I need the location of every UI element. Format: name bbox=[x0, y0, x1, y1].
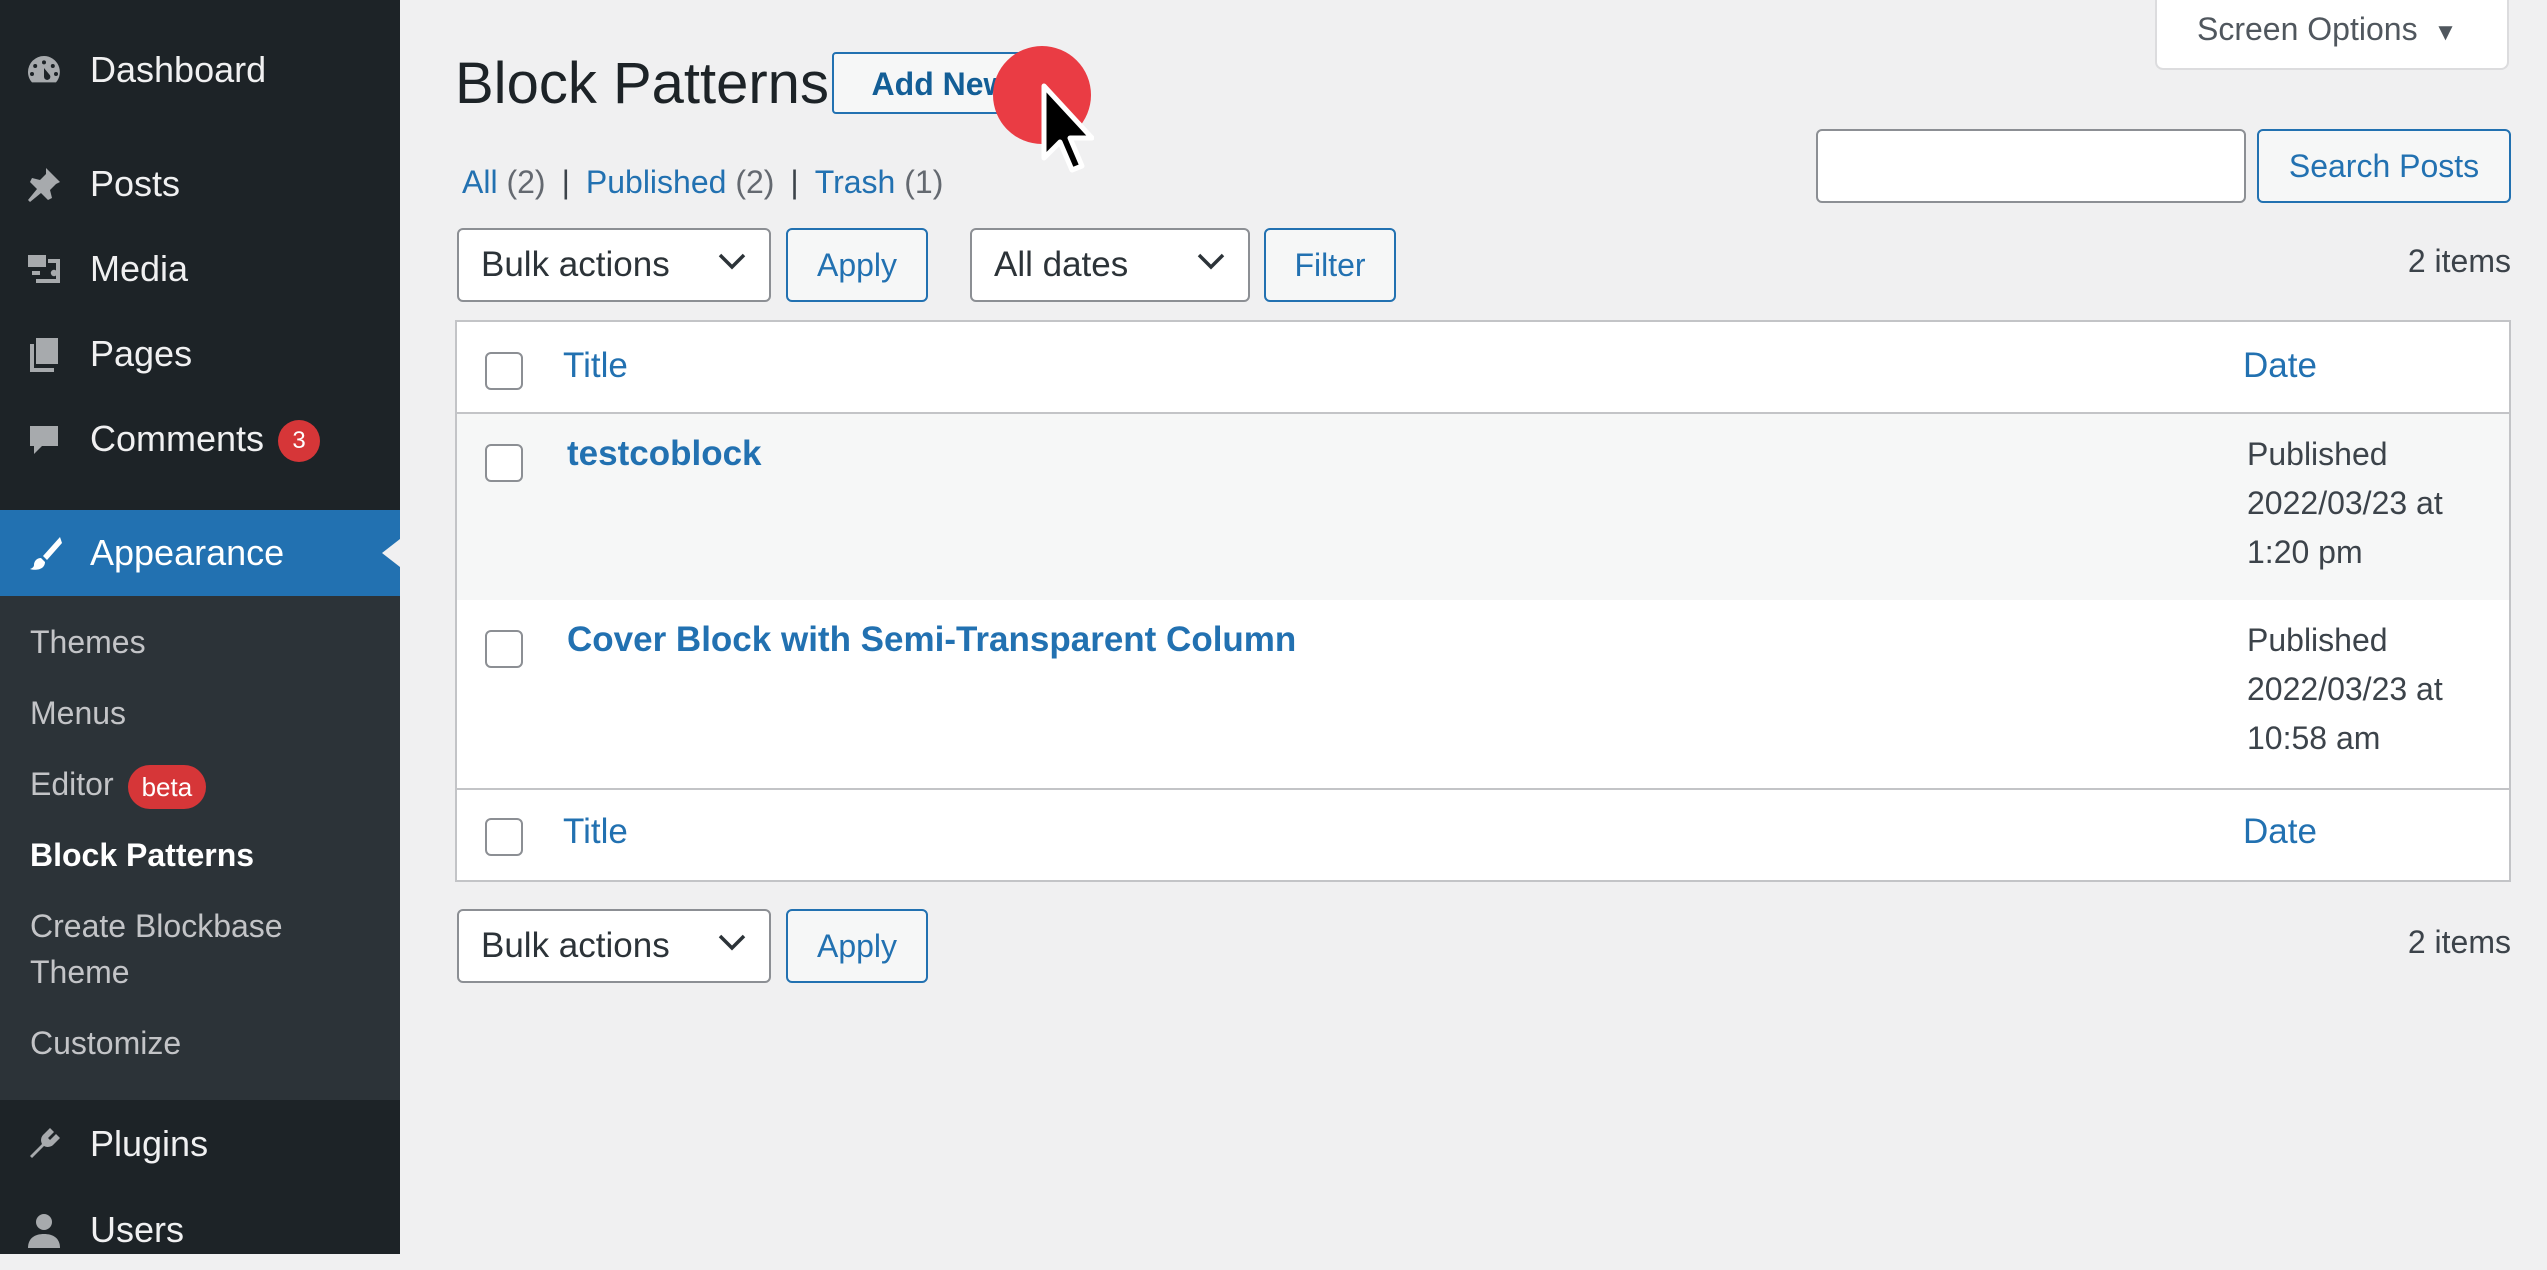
search-input[interactable] bbox=[1816, 129, 2246, 203]
row-title-link[interactable]: testcoblock bbox=[567, 434, 762, 474]
bulk-actions-select-bottom[interactable]: Bulk actions bbox=[457, 909, 771, 983]
paintbrush-icon bbox=[24, 533, 64, 573]
menu-item-users[interactable]: Users bbox=[0, 1190, 400, 1270]
submenu-item-themes[interactable]: Themes bbox=[30, 619, 146, 665]
row-date: Published 2022/03/23 at 1:20 pm bbox=[2247, 430, 2487, 577]
column-title-header[interactable]: Title bbox=[563, 346, 628, 386]
menu-item-dashboard[interactable]: Dashboard bbox=[0, 30, 400, 110]
filter-separator: | bbox=[561, 164, 570, 200]
menu-item-comments[interactable]: Comments 3 bbox=[0, 400, 400, 480]
pages-icon bbox=[24, 334, 64, 374]
row-status: Published bbox=[2247, 436, 2388, 472]
caret-down-icon: ▼ bbox=[2433, 19, 2458, 46]
comments-count-badge: 3 bbox=[278, 420, 321, 463]
filter-trash-count: (1) bbox=[904, 164, 944, 200]
beta-badge: beta bbox=[127, 764, 207, 809]
column-date-footer[interactable]: Date bbox=[2243, 812, 2317, 852]
row-checkbox[interactable] bbox=[485, 630, 523, 668]
submenu-item-editor-label: Editor bbox=[30, 766, 114, 802]
patterns-table: Title Date testcoblock Published 2022/03… bbox=[455, 320, 2511, 882]
row-date-value: 2022/03/23 at bbox=[2247, 485, 2443, 521]
filter-separator: | bbox=[790, 164, 799, 200]
submenu-item-create-blockbase-theme[interactable]: Create Blockbase Theme bbox=[30, 903, 360, 995]
menu-label-users: Users bbox=[90, 1209, 185, 1250]
comment-icon bbox=[24, 420, 64, 460]
column-date-header[interactable]: Date bbox=[2243, 346, 2317, 386]
filter-published-count: (2) bbox=[735, 164, 775, 200]
chevron-down-icon bbox=[718, 253, 746, 270]
search-posts-button[interactable]: Search Posts bbox=[2257, 129, 2511, 203]
filter-all-count: (2) bbox=[506, 164, 546, 200]
column-title-footer[interactable]: Title bbox=[563, 812, 628, 852]
filter-all-link[interactable]: All bbox=[462, 164, 498, 200]
menu-label-plugins: Plugins bbox=[90, 1123, 209, 1164]
menu-label-appearance: Appearance bbox=[90, 532, 285, 573]
table-row: testcoblock Published 2022/03/23 at 1:20… bbox=[457, 414, 2509, 600]
dates-value: All dates bbox=[994, 245, 1129, 284]
filter-published-link[interactable]: Published bbox=[586, 164, 727, 200]
admin-sidebar: Dashboard Posts Media Pages Comments 3 Ap… bbox=[0, 0, 400, 1254]
menu-item-posts[interactable]: Posts bbox=[0, 144, 400, 224]
menu-label-pages: Pages bbox=[90, 333, 193, 374]
items-count: 2 items bbox=[2407, 243, 2511, 279]
table-row: Cover Block with Semi-Transparent Column… bbox=[457, 600, 2509, 790]
pin-icon bbox=[24, 164, 64, 204]
items-count-bottom: 2 items bbox=[2407, 924, 2511, 960]
row-checkbox[interactable] bbox=[485, 444, 523, 482]
menu-item-plugins[interactable]: Plugins bbox=[0, 1104, 400, 1184]
menu-label-comments-text: Comments bbox=[90, 417, 265, 459]
row-title-link[interactable]: Cover Block with Semi-Transparent Column bbox=[567, 620, 1296, 660]
submenu-item-customize[interactable]: Customize bbox=[30, 1020, 181, 1066]
media-icon bbox=[24, 249, 64, 289]
submenu-item-block-patterns[interactable]: Block Patterns bbox=[30, 832, 254, 878]
submenu-item-editor[interactable]: Editor beta bbox=[30, 761, 207, 809]
dates-select[interactable]: All dates bbox=[970, 228, 1250, 302]
chevron-down-icon bbox=[1197, 253, 1225, 270]
status-filter-links: All (2) | Published (2) | Trash (1) bbox=[462, 160, 943, 204]
menu-label-comments: Comments 3 bbox=[90, 417, 321, 463]
filter-button[interactable]: Filter bbox=[1264, 228, 1396, 302]
appearance-submenu: Themes Menus Editor beta Block Patterns C… bbox=[0, 596, 400, 1100]
table-header-row: Title Date bbox=[457, 322, 2509, 414]
screen-options-button[interactable]: Screen Options ▼ bbox=[2155, 0, 2509, 70]
current-menu-arrow bbox=[382, 539, 400, 567]
row-date-value: 2022/03/23 at bbox=[2247, 671, 2443, 707]
chevron-down-icon bbox=[718, 934, 746, 951]
user-icon bbox=[24, 1210, 64, 1250]
menu-label-media: Media bbox=[90, 248, 189, 289]
plugin-icon bbox=[24, 1124, 64, 1164]
menu-label-dashboard: Dashboard bbox=[90, 49, 267, 90]
submenu-item-menus[interactable]: Menus bbox=[30, 690, 126, 736]
bulk-actions-value: Bulk actions bbox=[481, 245, 670, 284]
select-all-checkbox[interactable] bbox=[485, 352, 523, 390]
bulk-actions-value: Bulk actions bbox=[481, 926, 670, 965]
table-footer-row: Title Date bbox=[457, 788, 2509, 880]
menu-item-appearance[interactable]: Appearance bbox=[0, 510, 400, 596]
mouse-cursor-icon bbox=[1041, 83, 1094, 173]
select-all-checkbox-footer[interactable] bbox=[485, 818, 523, 856]
bulk-actions-select[interactable]: Bulk actions bbox=[457, 228, 771, 302]
menu-item-media[interactable]: Media bbox=[0, 229, 400, 309]
dashboard-icon bbox=[24, 50, 64, 90]
row-date: Published 2022/03/23 at 10:58 am bbox=[2247, 616, 2487, 763]
filter-trash-link[interactable]: Trash bbox=[815, 164, 896, 200]
screen-options-label: Screen Options bbox=[2197, 11, 2418, 47]
page-title: Block Patterns bbox=[455, 51, 829, 116]
row-status: Published bbox=[2247, 622, 2388, 658]
menu-item-pages[interactable]: Pages bbox=[0, 314, 400, 394]
row-time-value: 10:58 am bbox=[2247, 720, 2381, 756]
row-time-value: 1:20 pm bbox=[2247, 534, 2363, 570]
apply-button-bottom[interactable]: Apply bbox=[786, 909, 928, 983]
menu-label-posts: Posts bbox=[90, 163, 181, 204]
apply-button[interactable]: Apply bbox=[786, 228, 928, 302]
